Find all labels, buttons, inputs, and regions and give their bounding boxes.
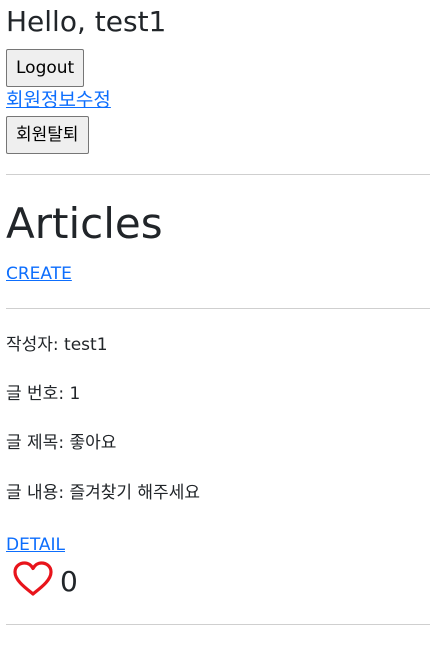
create-link[interactable]: CREATE: [6, 262, 72, 286]
page-title: Articles: [6, 199, 163, 248]
article-author: 작성자: test1: [6, 335, 108, 355]
divider: [6, 624, 430, 625]
greeting-heading: Hello, test1: [6, 5, 167, 38]
detail-link[interactable]: DETAIL: [6, 533, 65, 557]
article-number: 글 번호: 1: [6, 384, 81, 404]
divider: [6, 174, 430, 175]
heart-icon[interactable]: [13, 561, 53, 597]
like-count: 0: [60, 565, 78, 598]
logout-button[interactable]: Logout: [6, 49, 85, 87]
withdraw-button[interactable]: 회원탈퇴: [6, 116, 89, 154]
divider: [6, 308, 430, 309]
article-content: 글 내용: 즐겨찾기 해주세요: [6, 483, 200, 503]
edit-profile-link[interactable]: 회원정보수정: [6, 86, 111, 114]
article-title: 글 제목: 좋아요: [6, 433, 117, 453]
